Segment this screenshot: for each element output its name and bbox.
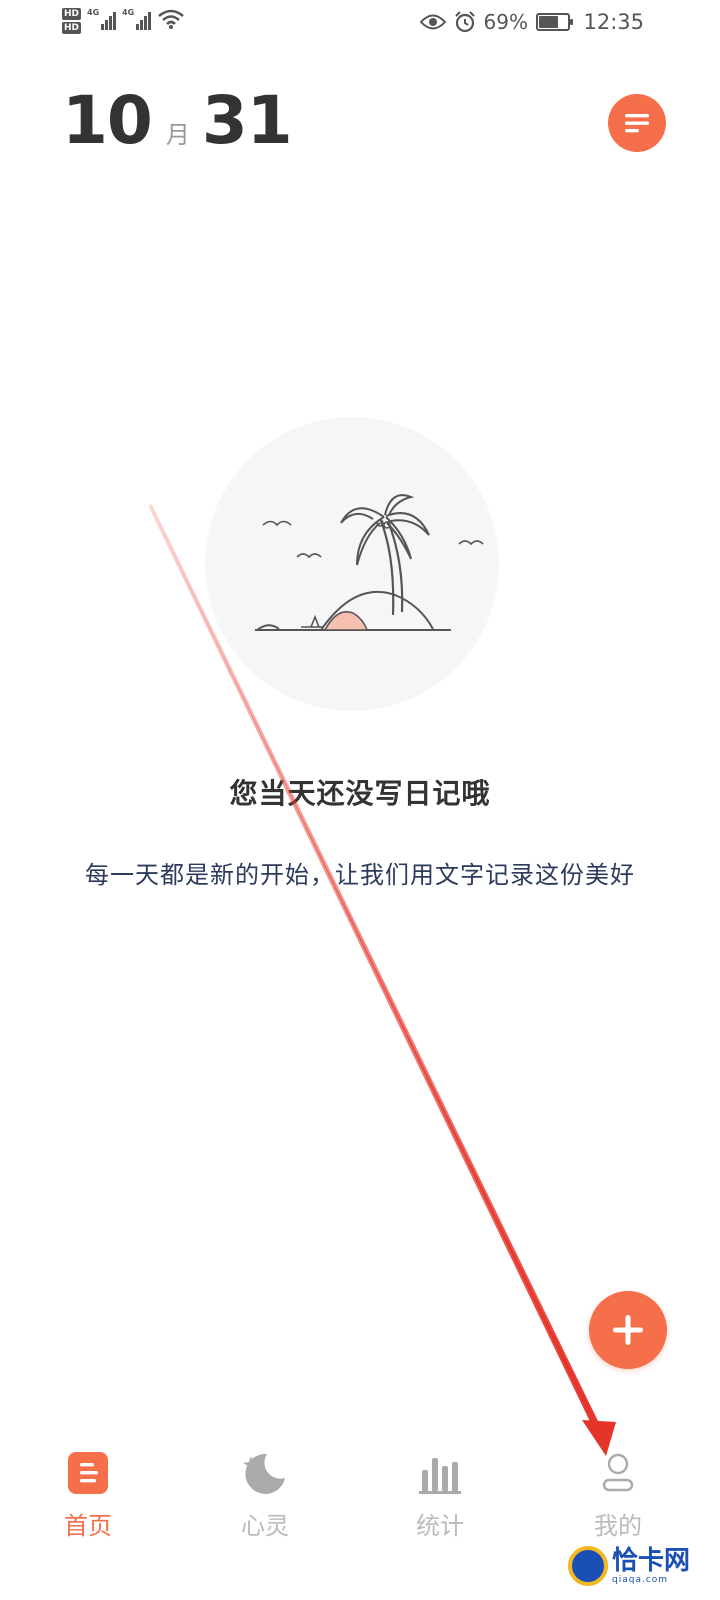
watermark: 恰卡网 qiaqa.com [568, 1540, 718, 1592]
watermark-domain: qiaqa.com [612, 1574, 669, 1585]
battery-percent: 69% [483, 10, 528, 34]
network-type: 4G [87, 8, 100, 17]
island-illustration [205, 417, 499, 711]
date-month: 10 [62, 82, 153, 159]
alarm-icon [454, 11, 475, 33]
hd-badge: HD [62, 22, 82, 34]
list-icon [625, 114, 649, 133]
empty-title: 您当天还没写日记哦 [229, 777, 491, 810]
person-icon [602, 1453, 634, 1492]
moon-star-icon [243, 1453, 285, 1494]
battery-icon [536, 13, 573, 31]
menu-button[interactable] [608, 94, 666, 152]
nav-label: 我的 [594, 1512, 642, 1540]
hd-indicators: HD HD [62, 8, 82, 34]
status-right: 69% [419, 10, 573, 34]
add-diary-button[interactable] [589, 1291, 667, 1369]
hd-badge: HD [62, 8, 82, 20]
nav-mine[interactable]: 我的 [558, 1450, 678, 1541]
bar-chart-icon [419, 1458, 461, 1494]
wifi-icon [158, 9, 184, 29]
watermark-title: 恰卡网 [612, 1545, 691, 1576]
watermark-logo-icon [568, 1546, 608, 1586]
plus-icon [613, 1315, 643, 1345]
signal-icon: 4G [87, 8, 117, 30]
watermark-text: 恰卡网 qiaqa.com [612, 1548, 690, 1585]
battery-fill [539, 16, 559, 28]
document-icon [68, 1452, 108, 1494]
nav-stats[interactable]: 统计 [380, 1450, 500, 1541]
network-type: 4G [122, 8, 135, 17]
signal-icon: 4G [122, 8, 152, 30]
status-time: 12:35 [583, 10, 644, 34]
nav-soul[interactable]: 心灵 [205, 1450, 325, 1541]
date-display: 10 月 31 [62, 82, 293, 159]
nav-label: 统计 [416, 1512, 464, 1540]
date-day: 31 [201, 82, 293, 159]
date-month-unit: 月 [165, 121, 190, 149]
status-bar: HD HD 4G 4G 69% 12:35 [0, 0, 720, 50]
nav-label: 首页 [64, 1512, 112, 1540]
status-left: HD HD 4G 4G [62, 8, 185, 34]
eye-icon [419, 14, 446, 30]
nav-home[interactable]: 首页 [28, 1450, 148, 1541]
nav-label: 心灵 [241, 1512, 289, 1540]
empty-subtitle: 每一天都是新的开始，让我们用文字记录这份美好 [85, 861, 635, 889]
